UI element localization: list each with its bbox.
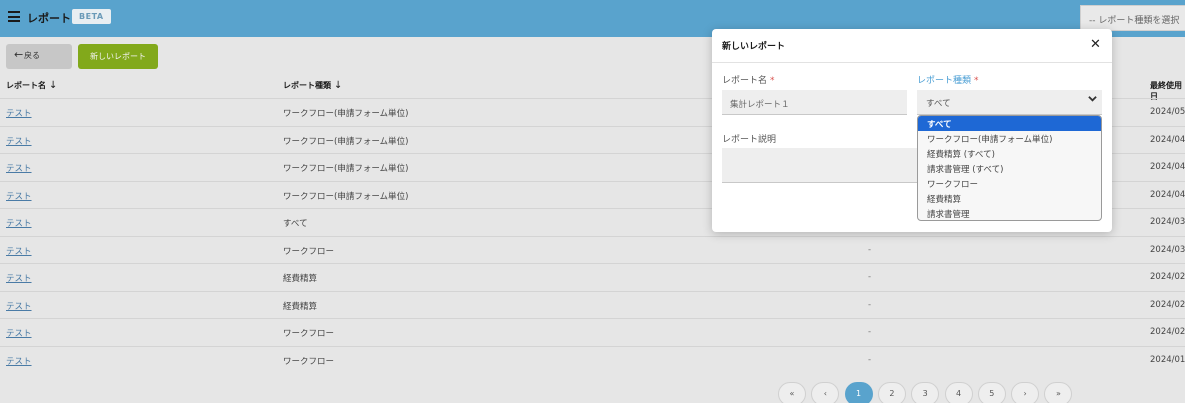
close-icon[interactable]: ✕ bbox=[1090, 37, 1101, 52]
report-type-cell: ワークフロー(申請フォーム単位) bbox=[283, 164, 409, 174]
table-row: テスト ワークフロー - 2024/03 bbox=[0, 235, 1185, 263]
last-used-cell: 2024/02 bbox=[1150, 299, 1185, 310]
page-button[interactable]: » bbox=[1044, 382, 1073, 403]
page-button[interactable]: › bbox=[1011, 382, 1040, 403]
report-description-cell: - bbox=[868, 354, 872, 365]
list-icon[interactable] bbox=[8, 11, 20, 22]
report-type-cell: ワークフロー(申請フォーム単位) bbox=[283, 109, 409, 119]
report-description-cell: - bbox=[868, 272, 872, 282]
report-type-filter-select[interactable]: -- レポート種類を選択 bbox=[1080, 5, 1185, 31]
back-button[interactable]: ← 戻る bbox=[6, 44, 72, 69]
dialog-title: 新しいレポート bbox=[722, 42, 786, 52]
report-type-cell: すべて bbox=[283, 219, 308, 229]
report-type-cell: 経費精算 bbox=[283, 301, 318, 312]
sort-down-icon[interactable]: ↓ bbox=[49, 80, 57, 91]
dropdown-option[interactable]: 経費精算 bbox=[918, 191, 1101, 206]
beta-badge: BETA bbox=[72, 9, 111, 24]
arrow-left-icon: ← bbox=[14, 48, 24, 61]
chevron-down-icon bbox=[1088, 96, 1097, 102]
column-header-name[interactable]: レポート名 ↓ bbox=[6, 80, 57, 91]
report-name-link[interactable]: テスト bbox=[6, 190, 32, 202]
page-button[interactable]: 5 bbox=[977, 382, 1006, 403]
report-name-link[interactable]: テスト bbox=[6, 162, 32, 174]
report-name-link[interactable]: テスト bbox=[6, 135, 32, 147]
table-row: テスト ワークフロー - 2024/01 bbox=[0, 345, 1185, 373]
table-row: テスト 経費精算 - 2024/02 bbox=[0, 263, 1185, 290]
report-type-select[interactable]: すべて bbox=[917, 90, 1102, 115]
sort-down-icon[interactable]: ↓ bbox=[334, 80, 342, 91]
page-button[interactable]: « bbox=[778, 382, 806, 403]
table-row: テスト ワークフロー - 2024/02 bbox=[0, 318, 1185, 345]
last-used-cell: 2024/04 bbox=[1150, 134, 1185, 145]
dropdown-option[interactable]: 経費精算 (すべて) bbox=[918, 146, 1101, 161]
report-name-link[interactable]: テスト bbox=[6, 355, 32, 367]
table-row: テスト 経費精算 - 2024/02 bbox=[0, 290, 1185, 318]
report-name-link[interactable]: テスト bbox=[6, 107, 32, 119]
report-description-label: レポート説明 bbox=[722, 135, 777, 145]
last-used-cell: 2024/02 bbox=[1150, 327, 1185, 337]
last-used-cell: 2024/01 bbox=[1150, 354, 1185, 365]
report-description-cell: - bbox=[868, 327, 872, 337]
report-name-input[interactable]: 集計レポート１ bbox=[722, 90, 907, 115]
last-used-cell: 2024/04 bbox=[1150, 162, 1185, 172]
last-used-cell: 2024/02 bbox=[1150, 272, 1185, 282]
report-name-link[interactable]: テスト bbox=[6, 327, 32, 339]
dropdown-option[interactable]: ワークフロー bbox=[918, 176, 1101, 191]
report-type-cell: ワークフロー bbox=[283, 246, 335, 257]
report-description-cell: - bbox=[868, 299, 872, 310]
report-type-cell: 経費精算 bbox=[283, 274, 318, 284]
new-report-button[interactable]: 新しいレポート bbox=[78, 44, 158, 69]
report-name-link[interactable]: テスト bbox=[6, 300, 32, 312]
column-header-type[interactable]: レポート種類 ↓ bbox=[283, 80, 342, 91]
report-name-link[interactable]: テスト bbox=[6, 272, 32, 284]
last-used-cell: 2024/04 bbox=[1150, 189, 1185, 200]
report-type-cell: ワークフロー bbox=[283, 356, 335, 367]
report-type-dropdown-list: すべて ワークフロー(申請フォーム単位) 経費精算 (すべて) 請求書管理 (すべて)… bbox=[917, 115, 1102, 221]
page-button[interactable]: 1 bbox=[844, 382, 873, 403]
report-name-label: レポート名 * bbox=[722, 76, 775, 86]
dropdown-option[interactable]: すべて bbox=[918, 116, 1101, 131]
last-used-cell: 2024/03 bbox=[1150, 244, 1185, 255]
report-name-link[interactable]: テスト bbox=[6, 245, 32, 257]
page-button[interactable]: 4 bbox=[944, 382, 973, 403]
page-button[interactable]: ‹ bbox=[811, 382, 840, 403]
report-type-label: レポート種類 * bbox=[917, 76, 979, 86]
dropdown-option[interactable]: 請求書管理 bbox=[918, 206, 1101, 220]
dropdown-option[interactable]: 請求書管理 (すべて) bbox=[918, 161, 1101, 176]
report-type-cell: ワークフロー(申請フォーム単位) bbox=[283, 191, 409, 202]
last-used-cell: 2024/05 bbox=[1150, 107, 1185, 117]
page-button[interactable]: 3 bbox=[911, 382, 940, 403]
page-button[interactable]: 2 bbox=[877, 382, 906, 403]
dialog-divider bbox=[712, 62, 1112, 63]
dropdown-option[interactable]: ワークフロー(申請フォーム単位) bbox=[918, 131, 1101, 146]
report-description-cell: - bbox=[868, 244, 872, 255]
report-name-link[interactable]: テスト bbox=[6, 217, 32, 229]
last-used-cell: 2024/03 bbox=[1150, 217, 1185, 227]
back-button-label: 戻る bbox=[24, 51, 40, 60]
page-title: レポート bbox=[27, 12, 71, 25]
report-type-cell: ワークフロー bbox=[283, 329, 335, 339]
report-type-cell: ワークフロー(申請フォーム単位) bbox=[283, 136, 409, 147]
